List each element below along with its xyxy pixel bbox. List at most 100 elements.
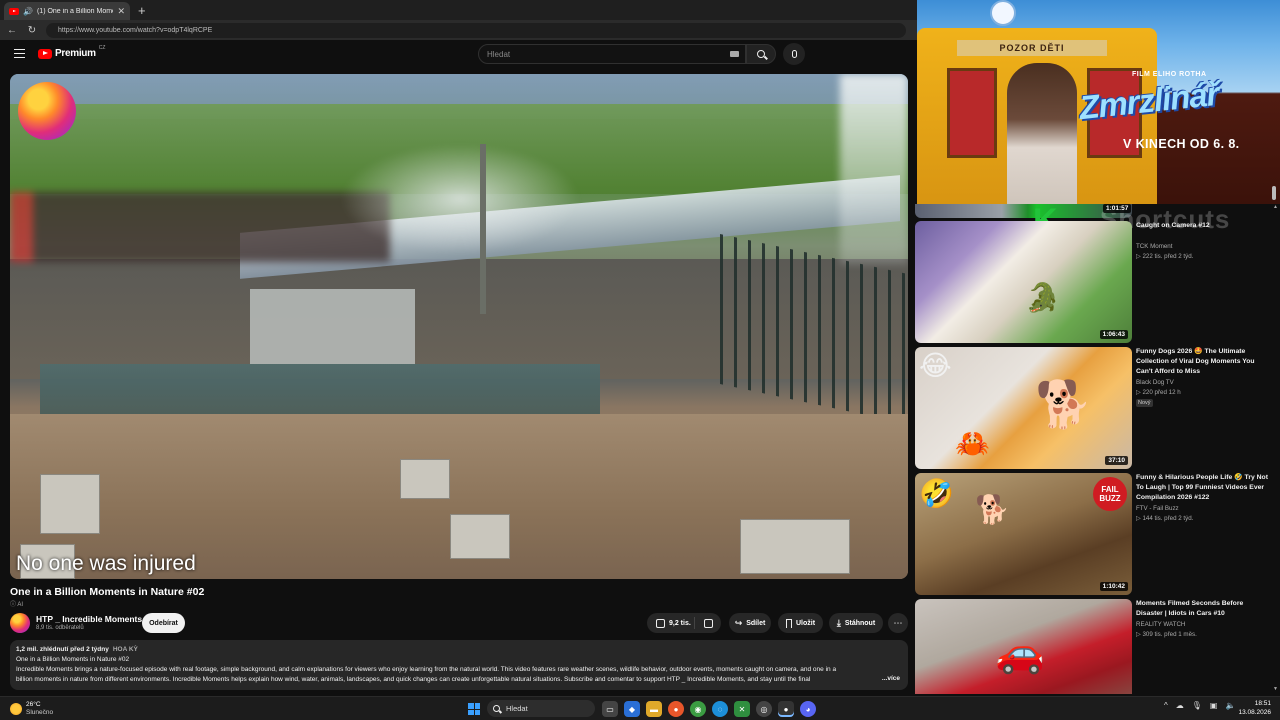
- active-browser-icon[interactable]: ●: [778, 701, 794, 717]
- windows-taskbar: 26°C Slunečno Hledat ▭ ◆ ▬ ● ◉ ◌ ✕ ◎ ● ◕…: [0, 696, 1280, 720]
- weather-temperature[interactable]: 26°C: [26, 701, 41, 708]
- like-button[interactable]: 9,2 tis.: [647, 617, 695, 629]
- microphone-icon: [791, 50, 797, 58]
- rec-channel[interactable]: Black Dog TV: [1136, 379, 1174, 386]
- file-explorer-icon[interactable]: ▬: [646, 701, 662, 717]
- rec-thumbnail[interactable]: 🚗: [915, 599, 1132, 694]
- search-input[interactable]: Hledat: [478, 44, 746, 64]
- channel-name[interactable]: HTP _ Incredible Moments: [36, 614, 142, 624]
- edge-icon[interactable]: ◌: [712, 701, 728, 717]
- search-button[interactable]: [746, 44, 776, 64]
- ad-figure-image: [1007, 63, 1077, 204]
- taskbar-search-label: Hledat: [506, 704, 528, 713]
- new-tab-icon[interactable]: +: [138, 3, 146, 18]
- speaker-icon[interactable]: 🔊: [23, 7, 33, 16]
- excel-icon[interactable]: ✕: [734, 701, 750, 717]
- clock-date[interactable]: 13.08.2026: [1238, 709, 1271, 716]
- chrome-profile-icon[interactable]: ◎: [756, 701, 772, 717]
- bookmark-icon: [785, 618, 792, 628]
- rec-item[interactable]: 🐊 1:06:43: [915, 221, 1270, 343]
- rec-item[interactable]: 🤣 FAIL BUZZ 🐕 1:10:42 Funny & Hilarious …: [915, 473, 1270, 595]
- more-actions-button[interactable]: ⋯: [888, 613, 908, 633]
- ai-label-text: AI: [17, 602, 24, 608]
- video-frame-pole: [480, 144, 486, 314]
- rec-title[interactable]: Moments Filmed Seconds Before Disaster |…: [1136, 599, 1268, 619]
- rec-item[interactable]: 🚗 Moments Filmed Seconds Before Disaster…: [915, 599, 1270, 694]
- video-frame-smoke: [340, 144, 580, 254]
- video-frame-pier: [250, 289, 415, 364]
- video-player[interactable]: No one was injured: [10, 74, 908, 579]
- views-and-date: 1,2 mil. zhlédnutí před 2 týdny: [16, 646, 109, 653]
- download-button[interactable]: ⤓ Stáhnout: [829, 613, 883, 633]
- channel-subscribers: 8,9 tis. odběratelů: [36, 625, 84, 631]
- video-frame-block: [400, 459, 450, 499]
- chrome-icon[interactable]: ◉: [690, 701, 706, 717]
- mic-tray-icon[interactable]: 🎙: [1192, 701, 1202, 710]
- ai-label: ⓘ AI: [10, 602, 24, 608]
- rec-title[interactable]: Funny & Hilarious People Life 🤣 Try Not …: [1136, 473, 1268, 503]
- voice-search-button[interactable]: [783, 43, 805, 65]
- volume-icon[interactable]: 🔈: [1225, 701, 1235, 710]
- channel-avatar[interactable]: [10, 613, 30, 633]
- country-code: CZ: [98, 44, 106, 51]
- rec-channel[interactable]: FTV - Fail Buzz: [1136, 505, 1179, 512]
- tray-chevron-icon[interactable]: ^: [1164, 701, 1168, 710]
- task-view-icon[interactable]: ▭: [602, 701, 618, 717]
- alligator-image: 🐊: [1025, 282, 1060, 313]
- rec-thumbnail[interactable]: 🤣 FAIL BUZZ 🐕 1:10:42: [915, 473, 1132, 595]
- rec-title[interactable]: Funny Dogs 2026 🤩 The Ultimate Collectio…: [1136, 347, 1268, 377]
- youtube-logo[interactable]: Premium CZ: [38, 44, 106, 59]
- firefox-icon[interactable]: ●: [668, 701, 684, 717]
- ad-mascot-image: [990, 0, 1016, 26]
- widgets-icon[interactable]: ◆: [624, 701, 640, 717]
- save-button[interactable]: Uložit: [778, 613, 823, 633]
- scroll-up-icon[interactable]: ▲: [1273, 204, 1278, 210]
- close-tab-icon[interactable]: ✕: [117, 6, 125, 17]
- address-bar: ← ↻ https://www.youtube.com/watch?v=odpT…: [0, 20, 917, 40]
- search-icon: [757, 50, 765, 58]
- video-frame-block: [740, 519, 850, 574]
- thumbs-up-icon: [656, 618, 665, 628]
- rec-channel[interactable]: REALITY WATCH: [1136, 621, 1185, 628]
- dislike-button[interactable]: [695, 618, 721, 628]
- tab-title: (1) One in a Billion Moments i: [36, 7, 113, 15]
- channel-watermark-logo: [18, 82, 76, 140]
- reload-icon[interactable]: ↻: [26, 25, 38, 36]
- new-badge: Nový: [1136, 399, 1153, 407]
- cloud-icon[interactable]: ☁: [1176, 701, 1184, 710]
- scroll-down-icon[interactable]: ▼: [1273, 686, 1278, 692]
- location-tag[interactable]: HOA KỲ: [113, 646, 138, 653]
- rec-thumbnail[interactable]: 😂 🐕 🦀 37:10: [915, 347, 1132, 469]
- weather-description[interactable]: Slunečno: [26, 709, 53, 716]
- description-box[interactable]: 1,2 mil. zhlédnutí před 2 týdny HOA KỲ On…: [10, 640, 908, 690]
- like-count: 9,2 tis.: [669, 619, 691, 627]
- windows-start-icon[interactable]: [468, 703, 480, 715]
- subscribe-button[interactable]: Odebírat: [142, 613, 185, 633]
- share-button[interactable]: ↪ Sdílet: [729, 613, 771, 633]
- video-frame-block: [40, 474, 100, 534]
- menu-icon[interactable]: [14, 49, 25, 58]
- rec-meta: ▷ 309 tis. před 1 měs.: [1136, 631, 1197, 638]
- recommendations-scrollbar[interactable]: ▲ ▼: [1273, 204, 1278, 694]
- ad-scrollbar[interactable]: [1272, 186, 1276, 200]
- fail-buzz-logo: FAIL BUZZ: [1093, 477, 1127, 511]
- description-line: Incredible Moments brings a nature-focus…: [16, 666, 837, 673]
- laughing-emoji-icon: 😂: [919, 350, 952, 381]
- taskbar-search[interactable]: Hledat: [487, 700, 595, 717]
- browser-tab[interactable]: 🔊 (1) One in a Billion Moments i ✕: [4, 2, 130, 20]
- rec-thumbnail[interactable]: 🐊 1:06:43: [915, 221, 1132, 343]
- show-more-link[interactable]: ...více: [875, 674, 900, 684]
- weather-sun-icon[interactable]: [10, 703, 22, 715]
- video-title: One in a Billion Moments in Nature #02: [10, 586, 205, 598]
- clock-time[interactable]: 18:51: [1243, 700, 1271, 707]
- back-icon[interactable]: ←: [6, 25, 18, 36]
- discord-icon[interactable]: ◕: [800, 701, 816, 717]
- network-icon[interactable]: ▣: [1210, 701, 1218, 710]
- ad-banner[interactable]: POZOR DĚTI FILM ELIHO ROTHA Zmrzlinář V …: [917, 0, 1280, 204]
- video-duration: 1:10:42: [1099, 582, 1128, 591]
- rec-meta: ▷ 220 před 12 h: [1136, 389, 1181, 396]
- url-field[interactable]: https://www.youtube.com/watch?v=odpT4lqR…: [46, 22, 906, 38]
- keyboard-icon[interactable]: [730, 51, 739, 57]
- rec-item[interactable]: 😂 🐕 🦀 37:10 Funny Dogs 2026 🤩 The Ultima…: [915, 347, 1270, 469]
- ad-release-date: V KINECH OD 6. 8.: [1123, 137, 1240, 151]
